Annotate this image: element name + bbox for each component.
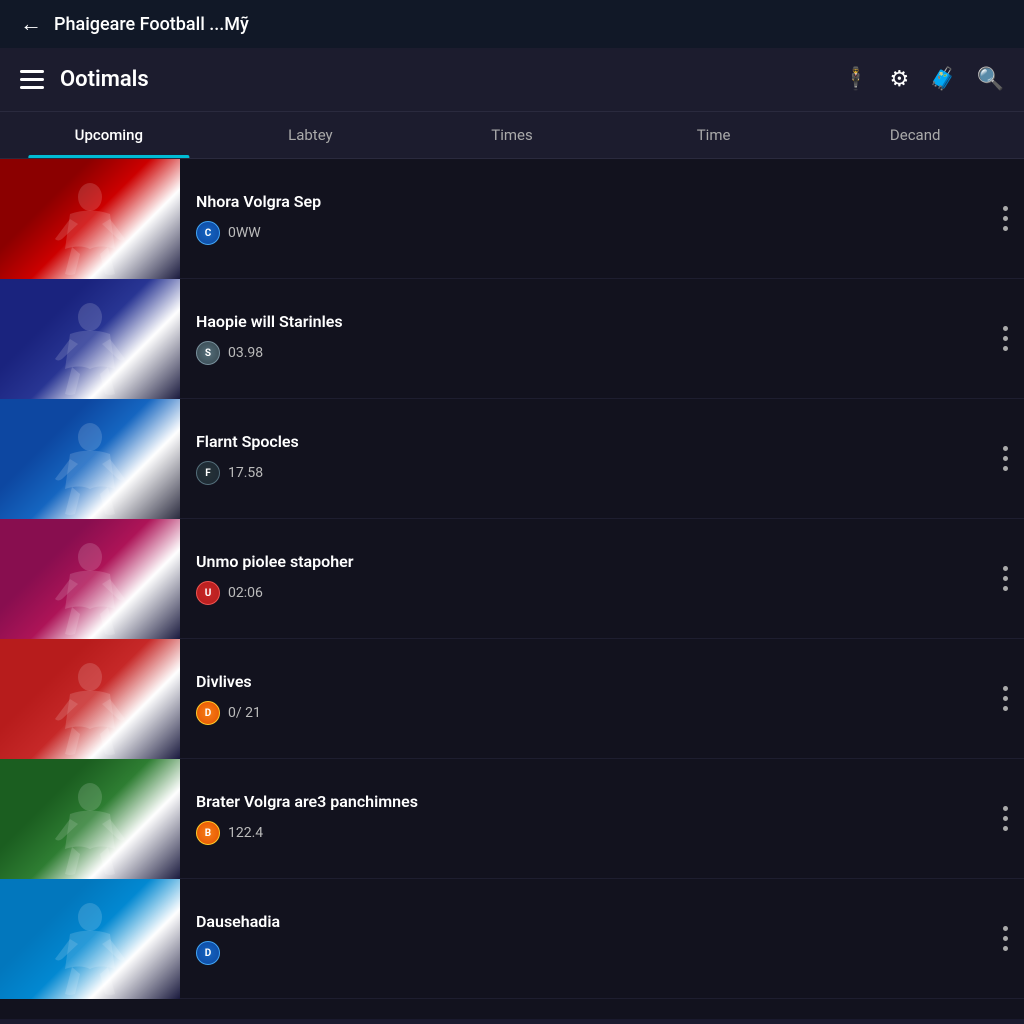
match-item: Unmo piolee stapoher U 02:06 [0, 519, 1024, 639]
match-title: Dausehadia [196, 912, 971, 931]
league-badge: S [196, 341, 220, 365]
tab-decand[interactable]: Decand [814, 112, 1016, 158]
league-badge: D [196, 701, 220, 725]
match-more-button[interactable] [987, 686, 1024, 711]
match-item: Dausehadia D [0, 879, 1024, 999]
match-thumbnail [0, 879, 180, 999]
league-badge: F [196, 461, 220, 485]
match-more-button[interactable] [987, 326, 1024, 351]
match-thumbnail [0, 279, 180, 399]
league-badge: C [196, 221, 220, 245]
person-icon[interactable]: 🕴 [842, 67, 869, 92]
match-time: 02:06 [228, 585, 263, 601]
match-meta: U 02:06 [196, 581, 971, 605]
match-thumbnail [0, 639, 180, 759]
menu-button[interactable] [20, 70, 44, 89]
match-item: Divlives D 0/ 21 [0, 639, 1024, 759]
match-info: Haopie will Starinles S 03.98 [180, 300, 987, 377]
match-thumbnail [0, 519, 180, 639]
match-more-button[interactable] [987, 926, 1024, 951]
match-meta: B 122.4 [196, 821, 971, 845]
settings-icon[interactable]: ⚙ [889, 67, 909, 92]
league-badge: B [196, 821, 220, 845]
toolbar: Ootimals 🕴 ⚙ 🧳 🔍 [0, 48, 1024, 112]
match-more-button[interactable] [987, 206, 1024, 231]
brand-name: Ootimals [60, 67, 842, 92]
tab-labtey[interactable]: Labtey [210, 112, 412, 158]
status-bar: ← Phaigeare Football ...Mỹ [0, 0, 1024, 48]
back-button[interactable]: ← [20, 11, 42, 37]
match-item: Brater Volgra are3 panchimnes B 122.4 [0, 759, 1024, 879]
match-item: Flarnt Spocles F 17.58 [0, 399, 1024, 519]
match-info: Unmo piolee stapoher U 02:06 [180, 540, 987, 617]
league-badge: D [196, 941, 220, 965]
match-title: Divlives [196, 672, 971, 691]
match-more-button[interactable] [987, 446, 1024, 471]
match-info: Nhora Volgra Sep C 0WW [180, 180, 987, 257]
match-title: Flarnt Spocles [196, 432, 971, 451]
match-meta: D 0/ 21 [196, 701, 971, 725]
tab-bar: UpcomingLabteyTimesTimeDecand [0, 112, 1024, 159]
tab-upcoming[interactable]: Upcoming [8, 112, 210, 158]
match-thumbnail [0, 399, 180, 519]
match-info: Flarnt Spocles F 17.58 [180, 420, 987, 497]
tab-times[interactable]: Times [411, 112, 613, 158]
match-meta: D [196, 941, 971, 965]
match-meta: F 17.58 [196, 461, 971, 485]
match-title: Unmo piolee stapoher [196, 552, 971, 571]
match-more-button[interactable] [987, 806, 1024, 831]
match-time: 0/ 21 [228, 705, 261, 721]
match-more-button[interactable] [987, 566, 1024, 591]
toolbar-icons: 🕴 ⚙ 🧳 🔍 [842, 67, 1004, 92]
match-time: 0WW [228, 225, 261, 241]
match-info: Dausehadia D [180, 900, 987, 977]
match-time: 03.98 [228, 345, 263, 361]
match-meta: C 0WW [196, 221, 971, 245]
match-info: Divlives D 0/ 21 [180, 660, 987, 737]
match-item: Haopie will Starinles S 03.98 [0, 279, 1024, 399]
search-icon[interactable]: 🔍 [977, 67, 1004, 92]
status-title: Phaigeare Football ...Mỹ [54, 14, 1004, 35]
match-thumbnail [0, 159, 180, 279]
match-list: Nhora Volgra Sep C 0WW [0, 159, 1024, 1019]
match-title: Brater Volgra are3 panchimnes [196, 792, 971, 811]
match-title: Haopie will Starinles [196, 312, 971, 331]
league-badge: U [196, 581, 220, 605]
briefcase-icon[interactable]: 🧳 [929, 67, 956, 92]
match-info: Brater Volgra are3 panchimnes B 122.4 [180, 780, 987, 857]
match-title: Nhora Volgra Sep [196, 192, 971, 211]
tab-time[interactable]: Time [613, 112, 815, 158]
match-time: 122.4 [228, 825, 263, 841]
match-meta: S 03.98 [196, 341, 971, 365]
match-item: Nhora Volgra Sep C 0WW [0, 159, 1024, 279]
match-time: 17.58 [228, 465, 263, 481]
match-thumbnail [0, 759, 180, 879]
